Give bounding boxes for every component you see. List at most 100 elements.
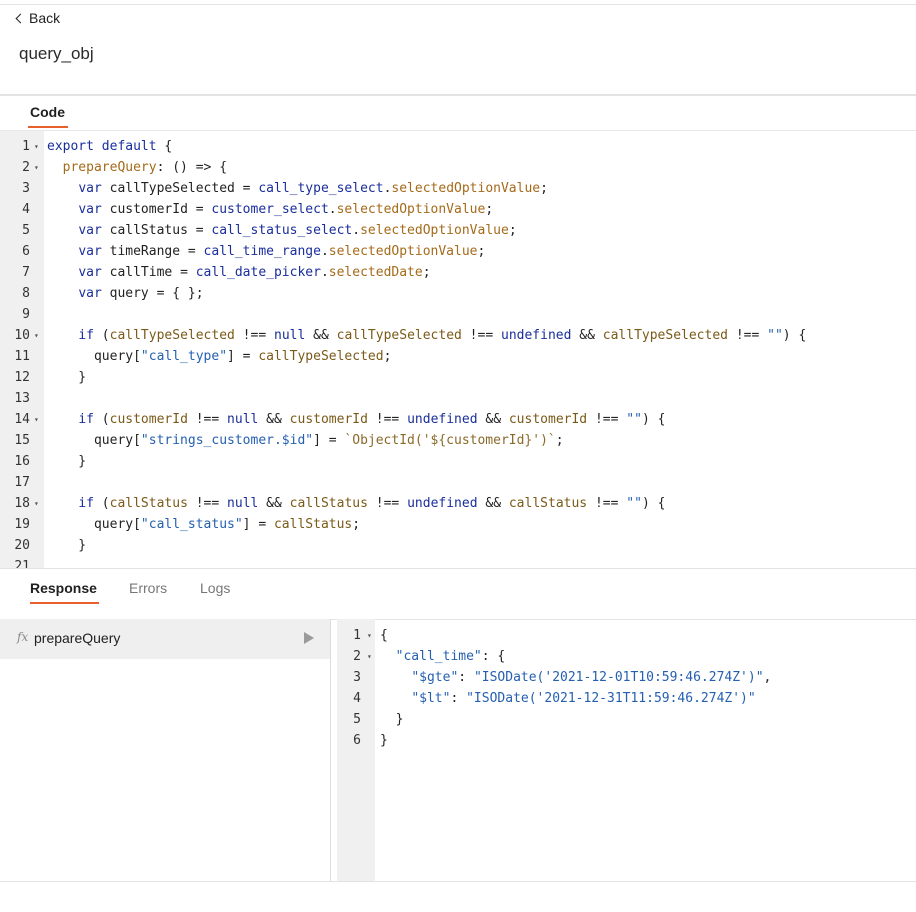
tab-errors[interactable]: Errors — [129, 580, 167, 596]
line-number: 12 — [14, 370, 30, 385]
code-line: 11 query["call_type"] = callTypeSelected… — [0, 346, 916, 367]
code-token: !== — [587, 412, 627, 427]
code-text: "call_time": { — [380, 646, 506, 667]
code-token: ] = — [313, 433, 345, 448]
code-text: if (callStatus !== null && callStatus !=… — [47, 493, 665, 514]
chevron-left-icon — [15, 13, 26, 24]
code-line: 14 ▾ if (customerId !== null && customerI… — [0, 409, 916, 430]
code-token: ( — [93, 496, 110, 511]
code-token: { — [156, 139, 173, 154]
code-token: . — [352, 223, 361, 238]
code-token: ] = — [227, 349, 259, 364]
function-list: fx prepareQuery — [0, 619, 331, 881]
code-line: 1 ▾ { — [337, 625, 916, 646]
code-token: !== — [187, 412, 228, 427]
fold-toggle-icon[interactable]: ▾ — [34, 136, 39, 157]
code-text: var callTime = call_date_picker.selected… — [47, 262, 431, 283]
code-token: var — [78, 223, 102, 238]
code-token: } — [380, 733, 388, 748]
code-token: prepareQuery — [62, 160, 157, 175]
code-token: undefined — [407, 412, 478, 427]
code-token: var — [78, 244, 102, 259]
code-token: ) { — [641, 412, 666, 427]
code-token: ; — [555, 433, 564, 448]
code-text: query["call_status"] = callStatus; — [47, 514, 360, 535]
tab-code[interactable]: Code — [30, 104, 65, 120]
back-button[interactable]: Back — [15, 10, 60, 26]
function-name: prepareQuery — [34, 630, 121, 646]
code-line: 5 } — [337, 709, 916, 730]
code-token: callTypeSelected — [336, 328, 462, 343]
code-token: ; — [477, 244, 486, 259]
tab-response[interactable]: Response — [30, 580, 97, 596]
code-token: ) { — [641, 496, 666, 511]
code-line: 13 — [0, 388, 916, 409]
code-token: ; — [540, 181, 548, 196]
line-number: 3 — [353, 670, 361, 685]
code-token: !== — [234, 328, 274, 343]
code-token: ( — [93, 412, 110, 427]
code-token: !== — [367, 496, 408, 511]
code-line: 9 — [0, 304, 916, 325]
code-text: if (customerId !== null && customerId !=… — [47, 409, 665, 430]
fold-toggle-icon[interactable]: ▾ — [34, 325, 39, 346]
code-text: export default { — [47, 136, 172, 157]
line-number: 17 — [14, 475, 30, 490]
code-token: selectedOptionValue — [360, 223, 509, 238]
code-text: { — [380, 625, 388, 646]
line-number: 16 — [14, 454, 30, 469]
code-token: "call_status" — [140, 517, 243, 532]
top-divider — [0, 4, 916, 5]
function-icon: fx — [17, 630, 29, 644]
code-token: ; — [485, 202, 494, 217]
code-token: call_type_select — [258, 181, 384, 196]
fold-toggle-icon[interactable]: ▾ — [34, 157, 39, 178]
line-number: 20 — [14, 538, 30, 553]
code-line: 4 "$lt": "ISODate('2021-12-31T11:59:46.2… — [337, 688, 916, 709]
code-line: 21 — [0, 556, 916, 568]
code-token: var — [78, 265, 102, 280]
code-token: ( — [93, 328, 110, 343]
code-token: selectedOptionValue — [328, 244, 478, 259]
code-token: selectedOptionValue — [336, 202, 486, 217]
code-token: var — [78, 286, 102, 301]
code-token: query[ — [47, 517, 141, 532]
code-text: var customerId = customer_select.selecte… — [47, 199, 493, 220]
line-number: 5 — [353, 712, 361, 727]
code-token: ; — [352, 517, 361, 532]
line-number: 6 — [22, 244, 30, 259]
fold-toggle-icon[interactable]: ▾ — [367, 625, 372, 646]
code-token: } — [47, 454, 87, 469]
code-editor[interactable]: 1 ▾ export default {2 ▾ prepareQuery: () =>… — [0, 131, 916, 568]
code-line: 16 } — [0, 451, 916, 472]
code-token: customer_select — [211, 202, 329, 217]
code-token: callStatus — [289, 496, 368, 511]
code-token: . — [320, 244, 329, 259]
code-token: customerId — [508, 412, 588, 427]
code-token: query[ — [47, 433, 141, 448]
code-token: ; — [422, 265, 431, 280]
fold-toggle-icon[interactable]: ▾ — [34, 493, 39, 514]
code-token: callStatus = — [101, 223, 212, 238]
code-line: 15 query["strings_customer.$id"] = `Obje… — [0, 430, 916, 451]
line-number: 2 — [22, 160, 30, 175]
line-number: 13 — [14, 391, 30, 406]
code-token: query = { }; — [101, 286, 204, 301]
tab-logs[interactable]: Logs — [200, 580, 230, 596]
play-icon[interactable] — [304, 632, 314, 644]
line-number: 1 — [353, 628, 361, 643]
code-token: "" — [626, 412, 642, 427]
code-token: "call_type" — [140, 349, 228, 364]
fold-toggle-icon[interactable]: ▾ — [367, 646, 372, 667]
fold-toggle-icon[interactable]: ▾ — [34, 409, 39, 430]
code-token: : — [450, 691, 467, 706]
function-item-preparequery[interactable]: fx prepareQuery — [0, 619, 330, 659]
code-token: undefined — [407, 496, 478, 511]
line-number: 9 — [22, 307, 30, 322]
